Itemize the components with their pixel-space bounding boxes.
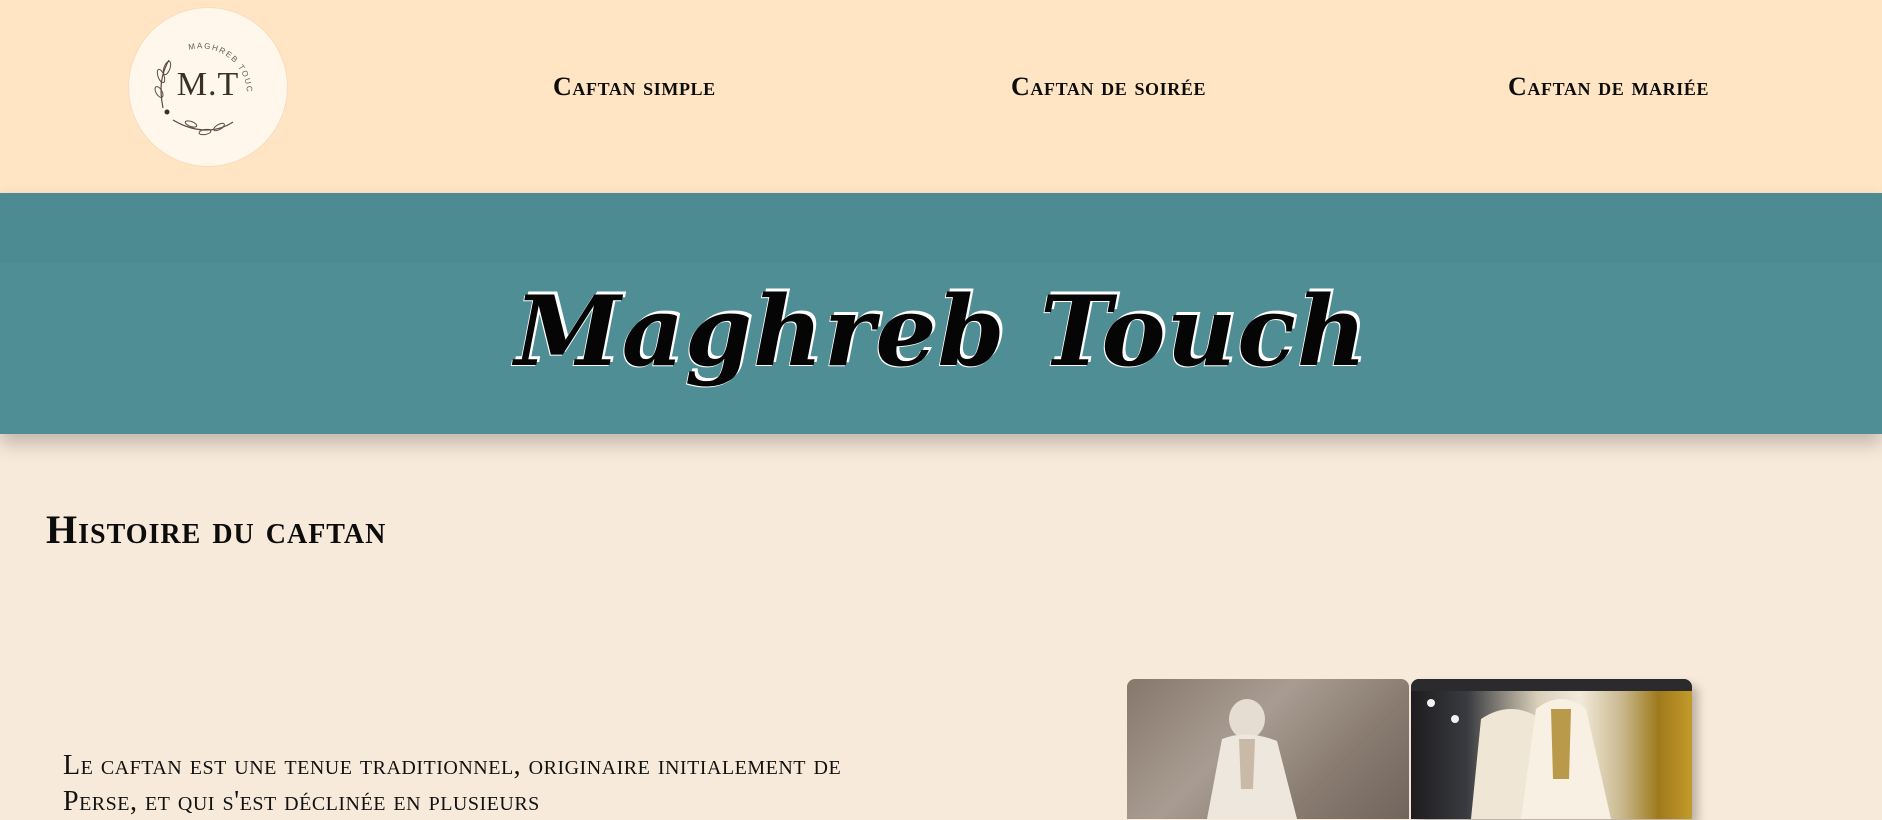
- hero-banner: Maghreb Touch: [0, 193, 1882, 434]
- intro-paragraph: Le caftan est une tenue traditionnel, or…: [63, 750, 842, 817]
- logo-monogram: M.T: [176, 66, 240, 103]
- nav-caftan-de-soiree[interactable]: Caftan de soirée: [1011, 70, 1206, 104]
- top-navigation-bar: MAGHREB TOUCH M.T Caftan simple Caftan d…: [0, 0, 1882, 193]
- hero-title: Maghreb Touch: [514, 275, 1368, 388]
- modern-caftan-photo: [1411, 679, 1692, 819]
- nav-caftan-simple[interactable]: Caftan simple: [553, 70, 716, 104]
- nav-caftan-de-mariee[interactable]: Caftan de mariée: [1508, 70, 1709, 104]
- hero-top-band: [0, 193, 1882, 263]
- site-logo[interactable]: MAGHREB TOUCH M.T: [129, 8, 287, 166]
- section-title: Histoire du caftan: [46, 507, 387, 552]
- historic-caftan-photo: [1127, 679, 1409, 819]
